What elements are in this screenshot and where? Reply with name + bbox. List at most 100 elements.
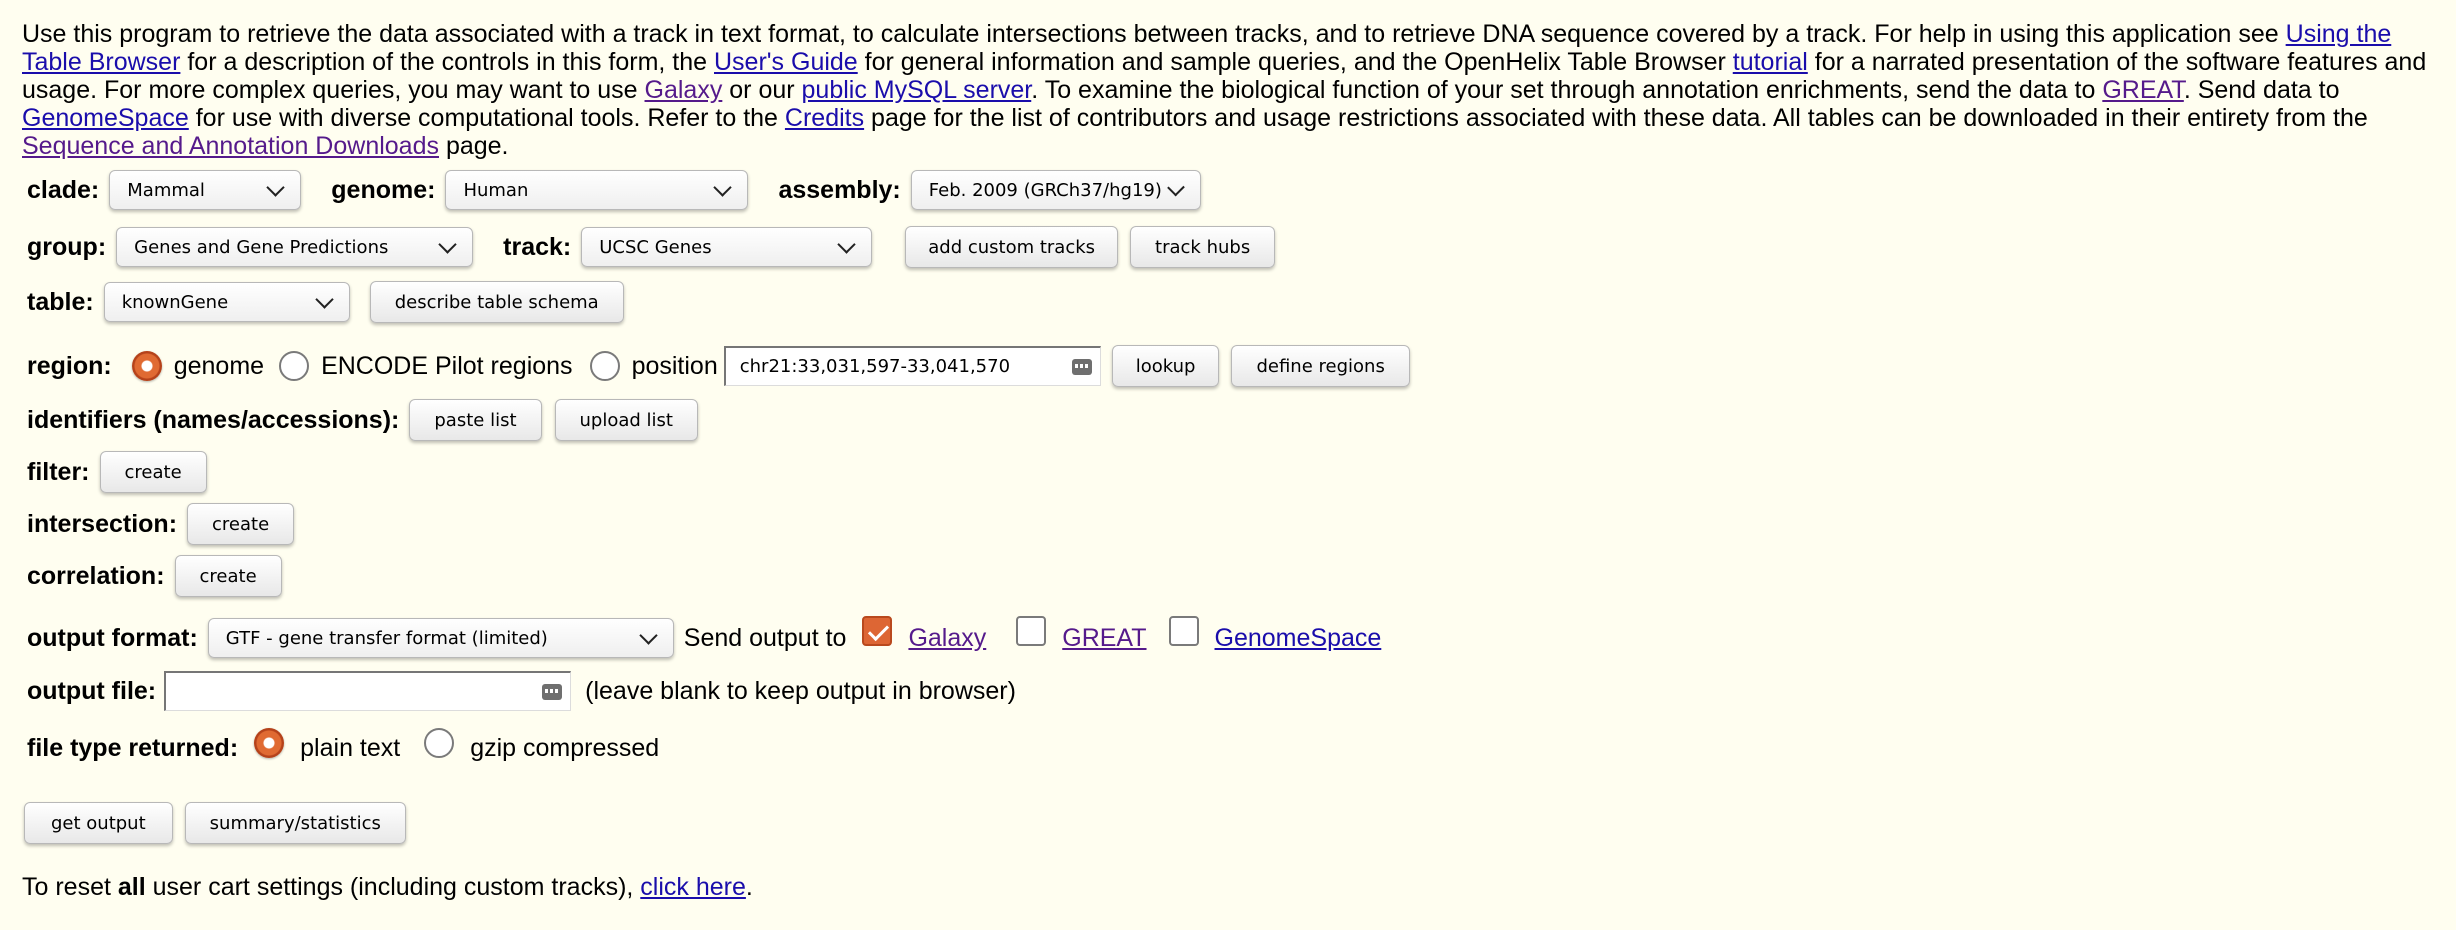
tutorial-link[interactable]: tutorial	[1733, 48, 1808, 76]
great-link[interactable]: GREAT	[2102, 76, 2184, 104]
galaxy-link[interactable]: Galaxy	[645, 76, 723, 104]
intro-text: Use this program to retrieve the data as…	[22, 20, 2286, 48]
genomespace-output-link[interactable]: GenomeSpace	[1215, 624, 1382, 653]
correlation-create-button[interactable]: create	[174, 555, 282, 597]
output-format-label: output format:	[27, 623, 198, 652]
reset-text-part: user cart settings (including custom tra…	[145, 873, 641, 901]
chevron-down-icon	[713, 177, 733, 197]
add-custom-tracks-button[interactable]: add custom tracks	[905, 226, 1119, 268]
identifiers-row: identifiers (names/accessions): paste li…	[27, 399, 698, 441]
track-row: group: Genes and Gene Predictions track:…	[27, 226, 1276, 268]
table-label: table:	[27, 287, 94, 316]
great-checkbox[interactable]	[1016, 616, 1047, 646]
define-regions-button[interactable]: define regions	[1231, 345, 1410, 387]
great-output-link[interactable]: GREAT	[1062, 624, 1146, 653]
plain-text-radio[interactable]	[254, 727, 285, 758]
clade-value: Mammal	[127, 179, 205, 201]
intro-text: for a description of the controls in thi…	[180, 48, 714, 76]
downloads-link[interactable]: Sequence and Annotation Downloads	[22, 132, 439, 160]
group-value: Genes and Gene Predictions	[134, 236, 389, 258]
file-type-row: file type returned: plain text gzip comp…	[27, 727, 660, 763]
credits-link[interactable]: Credits	[785, 104, 864, 132]
chevron-down-icon	[314, 289, 334, 309]
correlation-row: correlation: create	[27, 555, 282, 597]
output-format-select[interactable]: GTF - gene transfer format (limited)	[207, 618, 674, 658]
genome-select[interactable]: Human	[445, 170, 749, 210]
filter-label: filter:	[27, 457, 90, 486]
table-row: table: knownGene describe table schema	[27, 281, 624, 323]
intro-paragraph: Use this program to retrieve the data as…	[22, 20, 2432, 160]
reset-bold: all	[117, 873, 146, 901]
group-label: group:	[27, 232, 107, 261]
output-file-hint: (leave blank to keep output in browser)	[585, 676, 1016, 705]
action-buttons-row: get output summary/statistics	[24, 802, 406, 844]
reset-text-part: .	[745, 873, 753, 901]
lookup-button[interactable]: lookup	[1111, 345, 1220, 387]
intro-text: for general information and sample queri…	[857, 48, 1733, 76]
intersection-label: intersection:	[27, 509, 178, 538]
intersection-create-button[interactable]: create	[187, 503, 295, 545]
assembly-value: Feb. 2009 (GRCh37/hg19)	[928, 179, 1162, 201]
assembly-select[interactable]: Feb. 2009 (GRCh37/hg19)	[910, 170, 1201, 210]
gzip-radio[interactable]	[424, 727, 455, 758]
region-label: region:	[27, 351, 112, 380]
region-encode-label: ENCODE Pilot regions	[321, 351, 573, 380]
get-output-button[interactable]: get output	[24, 802, 173, 844]
summary-statistics-button[interactable]: summary/statistics	[184, 802, 406, 844]
clade-select[interactable]: Mammal	[109, 170, 302, 210]
output-format-row: output format: GTF - gene transfer forma…	[27, 616, 1382, 658]
intro-text: . Send data to	[2183, 76, 2340, 104]
reset-line: To reset all user cart settings (includi…	[22, 873, 753, 902]
intro-text: . To examine the biological function of …	[1031, 76, 2103, 104]
correlation-label: correlation:	[27, 561, 165, 590]
table-select[interactable]: knownGene	[103, 282, 350, 322]
galaxy-output-link[interactable]: Galaxy	[908, 624, 986, 653]
group-select[interactable]: Genes and Gene Predictions	[116, 227, 474, 267]
identifiers-label: identifiers (names/accessions):	[27, 405, 400, 434]
galaxy-checkbox[interactable]	[862, 616, 893, 646]
region-genome-radio[interactable]	[131, 351, 162, 381]
reset-text: To reset all user cart settings (includi…	[22, 873, 753, 902]
genomespace-link[interactable]: GenomeSpace	[22, 104, 189, 132]
output-file-label: output file:	[27, 676, 157, 705]
output-file-input[interactable]	[164, 671, 572, 711]
chevron-down-icon	[438, 234, 457, 254]
table-browser-page: Use this program to retrieve the data as…	[0, 0, 2456, 930]
intro-text: page for the list of contributors and us…	[864, 104, 2368, 132]
filter-create-button[interactable]: create	[99, 451, 207, 493]
region-row: region: genome ENCODE Pilot regions posi…	[27, 345, 1410, 387]
reset-click-here-link[interactable]: click here	[640, 873, 746, 901]
track-label: track:	[503, 232, 572, 261]
chevron-down-icon	[639, 625, 658, 645]
output-file-row: output file: (leave blank to keep output…	[27, 671, 1016, 711]
region-position-label: position	[631, 351, 718, 380]
describe-table-schema-button[interactable]: describe table schema	[369, 281, 624, 323]
track-value: UCSC Genes	[599, 236, 712, 258]
genome-label: genome:	[331, 175, 436, 204]
paste-list-button[interactable]: paste list	[409, 399, 542, 441]
region-genome-label: genome	[173, 351, 265, 380]
reset-text-part: To reset	[22, 873, 118, 901]
region-encode-radio[interactable]	[279, 351, 310, 381]
chevron-down-icon	[266, 177, 285, 197]
track-hubs-button[interactable]: track hubs	[1130, 226, 1276, 268]
mysql-server-link[interactable]: public MySQL server	[802, 76, 1032, 104]
gzip-label: gzip compressed	[470, 734, 660, 762]
region-position-radio[interactable]	[589, 351, 620, 381]
position-value: chr21:33,031,597-33,041,570	[739, 356, 1011, 377]
position-input[interactable]: chr21:33,031,597-33,041,570	[723, 346, 1101, 386]
file-type-label: file type returned:	[27, 734, 239, 762]
upload-list-button[interactable]: upload list	[554, 399, 698, 441]
genomespace-checkbox[interactable]	[1168, 616, 1199, 646]
track-select[interactable]: UCSC Genes	[581, 227, 873, 267]
table-value: knownGene	[121, 291, 229, 313]
filter-row: filter: create	[27, 451, 207, 493]
assembly-label: assembly:	[778, 175, 901, 204]
genome-value: Human	[463, 179, 529, 201]
plain-text-label: plain text	[300, 734, 401, 762]
send-output-label: Send output to	[683, 623, 847, 652]
intro-text: page.	[439, 132, 509, 160]
intersection-row: intersection: create	[27, 503, 295, 545]
users-guide-link[interactable]: User's Guide	[714, 48, 858, 76]
chevron-down-icon	[1167, 178, 1185, 196]
